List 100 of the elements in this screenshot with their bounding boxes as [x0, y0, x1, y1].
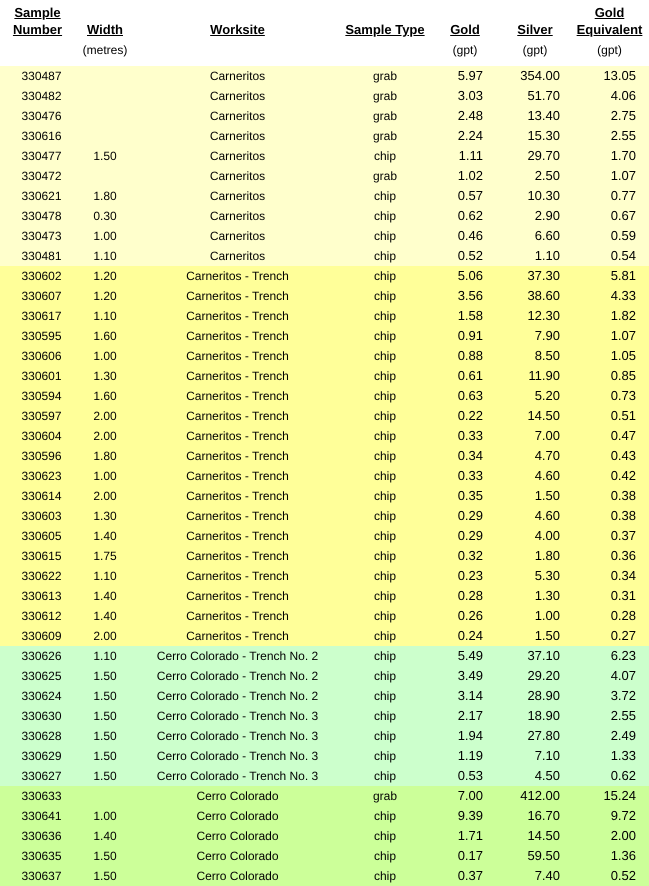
worksite-cell: Carneritos - Trench [186, 429, 289, 443]
assay-cell: 5.30 [534, 568, 560, 583]
sample-type-cell: chip [374, 269, 396, 283]
equivalent-grade-cell: 0.36 [610, 548, 636, 563]
column-header: Sample Number [12, 4, 64, 38]
width-cell: 1.40 [93, 589, 117, 603]
assay-cell: 27.80 [527, 728, 560, 743]
grade-cell: 0.23 [458, 568, 483, 583]
equivalent-grade-cell: 0.37 [610, 528, 636, 543]
worksite-cell: Carneritos - Trench [186, 609, 289, 623]
grade-cell: 2.24 [458, 128, 483, 143]
assay-cell: 10.30 [527, 188, 560, 203]
equivalent-grade-cell: 1.36 [610, 848, 636, 863]
worksite-cell: Carneritos [210, 69, 266, 83]
sample-type-cell: grab [372, 109, 398, 123]
sample-type-cell: chip [374, 469, 396, 483]
assay-cell: 4.50 [534, 768, 560, 783]
sample-type-cell: chip [374, 729, 396, 743]
equivalent-grade-cell: 0.42 [610, 468, 636, 483]
column-header: Gold Equivalent [576, 4, 644, 38]
equivalent-grade-cell: 0.51 [610, 408, 636, 423]
assay-cell: 11.90 [528, 368, 560, 383]
equivalent-grade-cell: 1.70 [610, 148, 636, 163]
assay-cell: 38.60 [527, 288, 560, 303]
grade-cell: 0.32 [458, 548, 483, 563]
grade-cell: 0.63 [458, 388, 483, 403]
equivalent-grade-cell: 0.38 [610, 508, 636, 523]
sample-type-cell: chip [374, 829, 396, 843]
worksite-cell: Carneritos - Trench [186, 449, 289, 463]
worksite-cell: Carneritos - Trench [186, 329, 289, 343]
sample-type-cell: chip [374, 149, 396, 163]
sample-number-cell: 330612 [21, 609, 62, 623]
grade-cell: 1.02 [458, 168, 483, 183]
worksite-cell: Cerro Colorado [196, 869, 279, 883]
assay-cell: 1.00 [534, 608, 560, 623]
sample-type-cell: chip [374, 369, 396, 383]
sample-number-cell: 330626 [21, 649, 62, 663]
worksite-cell: Carneritos - Trench [186, 289, 289, 303]
sample-number-cell: 330633 [21, 789, 62, 803]
grade-cell: 0.88 [458, 348, 483, 363]
sample-type-cell: grab [372, 129, 398, 143]
equivalent-grade-cell: 0.59 [610, 228, 636, 243]
equivalent-grade-cell: 1.82 [610, 308, 636, 323]
sample-type-cell: chip [374, 669, 396, 683]
sample-number-cell: 330636 [21, 829, 62, 843]
width-cell: 1.75 [93, 549, 117, 563]
width-cell: 1.40 [93, 829, 117, 843]
worksite-cell: Carneritos [210, 189, 266, 203]
sample-type-cell: chip [374, 629, 396, 643]
assay-cell: 13.40 [527, 108, 560, 123]
sample-type-cell: grab [372, 89, 398, 103]
worksite-cell: Cerro Colorado - Trench No. 3 [156, 709, 318, 723]
grade-cell: 9.39 [458, 808, 483, 823]
width-cell: 1.50 [93, 729, 117, 743]
width-cell: 1.10 [93, 309, 117, 323]
worksite-cell: Cerro Colorado [196, 849, 279, 863]
grade-cell: 1.19 [458, 748, 483, 763]
assay-cell: 7.40 [534, 868, 560, 883]
width-cell: 1.80 [93, 189, 117, 203]
width-cell: 1.20 [93, 269, 117, 283]
sample-number-cell: 330606 [21, 349, 62, 363]
sample-number-cell: 330630 [21, 709, 62, 723]
equivalent-grade-cell: 2.49 [610, 728, 636, 743]
equivalent-grade-cell: 1.07 [610, 168, 636, 183]
assay-cell: 18.90 [527, 708, 560, 723]
assay-cell: 7.90 [534, 328, 560, 343]
assay-cell: 4.00 [534, 528, 560, 543]
equivalent-grade-cell: 0.38 [610, 488, 636, 503]
sample-number-cell: 330597 [21, 409, 62, 423]
width-cell: 1.50 [93, 749, 117, 763]
assay-cell: 1.30 [534, 588, 560, 603]
width-cell: 1.00 [93, 809, 117, 823]
equivalent-grade-cell: 0.54 [610, 248, 636, 263]
width-cell: 1.60 [93, 389, 117, 403]
grade-cell: 3.49 [458, 668, 483, 683]
sample-type-cell: chip [374, 409, 396, 423]
equivalent-grade-cell: 15.24 [603, 788, 636, 803]
grade-cell: 0.57 [458, 188, 483, 203]
worksite-cell: Cerro Colorado [196, 789, 279, 803]
grade-cell: 0.53 [458, 768, 483, 783]
grade-cell: 2.17 [458, 708, 483, 723]
column-header: Width [87, 21, 123, 38]
assay-cell: 51.70 [527, 88, 560, 103]
width-cell: 1.00 [93, 469, 117, 483]
sample-type-cell: chip [374, 849, 396, 863]
grade-cell: 0.24 [458, 628, 483, 643]
grade-cell: 5.06 [458, 268, 483, 283]
worksite-cell: Carneritos - Trench [186, 409, 289, 423]
width-cell: 1.20 [93, 289, 117, 303]
equivalent-grade-cell: 6.23 [610, 648, 636, 663]
worksite-cell: Carneritos [210, 229, 266, 243]
equivalent-grade-cell: 1.05 [610, 348, 636, 363]
sample-number-cell: 330605 [21, 529, 62, 543]
sample-number-cell: 330482 [21, 89, 62, 103]
sample-type-cell: chip [374, 289, 396, 303]
sample-number-cell: 330595 [21, 329, 62, 343]
width-cell: 2.00 [93, 429, 117, 443]
equivalent-grade-cell: 0.67 [610, 208, 636, 223]
sample-type-cell: chip [374, 809, 396, 823]
worksite-cell: Carneritos [210, 209, 266, 223]
